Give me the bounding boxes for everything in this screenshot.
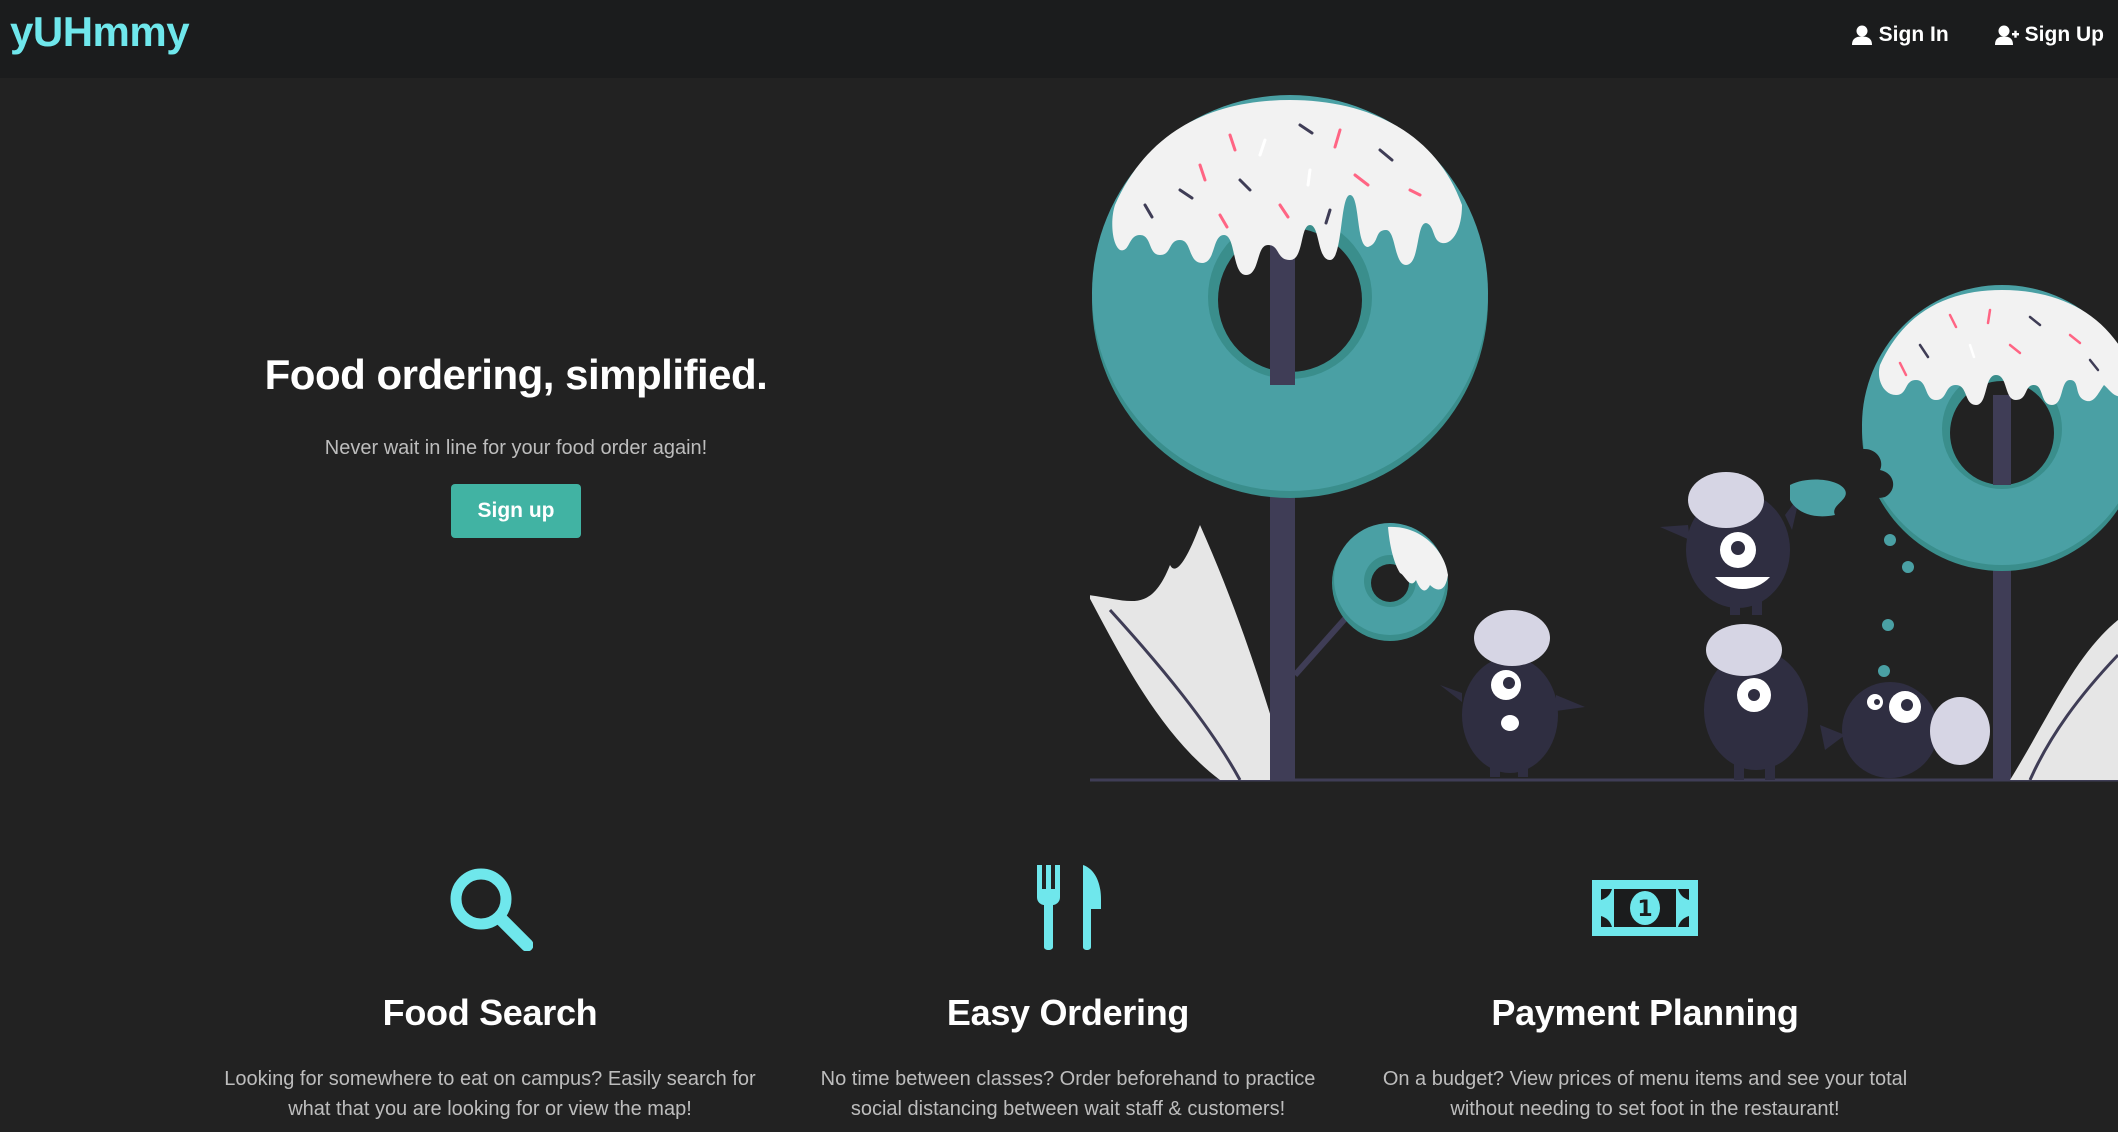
feature-description: No time between classes? Order beforehan… [820, 1068, 1316, 1120]
feature-food-search: Food Search Looking for somewhere to eat… [210, 860, 770, 1124]
hero-title: Food ordering, simplified. [264, 351, 768, 398]
hero-section: Food ordering, simplified. Never wait in… [0, 340, 1032, 538]
user-icon [1851, 24, 1873, 46]
feature-title: Food Search [382, 992, 598, 1033]
feature-description: Looking for somewhere to eat on campus? … [224, 1068, 756, 1120]
svg-text:1: 1 [1637, 897, 1652, 922]
user-plus-icon [1994, 24, 2019, 46]
money-bill-icon: 1 [1592, 879, 1698, 941]
donut-monsters-illustration [1090, 95, 2118, 782]
hero-subtitle: Never wait in line for your food order a… [324, 437, 708, 459]
feature-description: On a budget? View prices of menu items a… [1382, 1068, 1908, 1120]
feature-title: Payment Planning [1491, 992, 1799, 1033]
sign-up-label: Sign Up [2024, 23, 2104, 46]
feature-easy-ordering: Easy Ordering No time between classes? O… [788, 860, 1348, 1124]
top-navbar: yUHmmy Sign In Sign Up [0, 0, 2118, 78]
sign-up-link[interactable]: Sign Up [1994, 23, 2104, 47]
features-section: Food Search Looking for somewhere to eat… [0, 860, 2118, 1132]
search-icon [447, 865, 534, 956]
sign-in-link[interactable]: Sign In [1851, 23, 1949, 47]
nav-actions: Sign In Sign Up [1851, 18, 2104, 52]
sign-in-label: Sign In [1878, 23, 1949, 46]
feature-title: Easy Ordering [946, 992, 1190, 1033]
brand-logo[interactable]: yUHmmy [10, 4, 190, 60]
signup-button[interactable]: Sign up [451, 484, 581, 538]
utensils-icon [1033, 864, 1103, 956]
feature-payment-planning: 1 Payment Planning On a budget? View pri… [1365, 860, 1925, 1124]
